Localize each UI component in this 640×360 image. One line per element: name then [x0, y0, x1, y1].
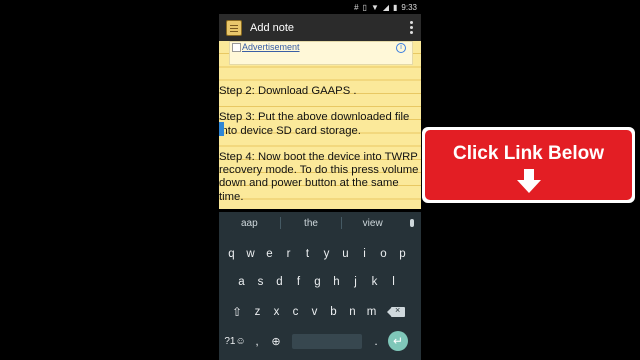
- page-title: Add note: [250, 21, 295, 34]
- key[interactable]: a: [232, 276, 251, 288]
- key[interactable]: c: [286, 306, 305, 318]
- key[interactable]: z: [248, 306, 267, 318]
- enter-key[interactable]: ↵: [388, 331, 408, 351]
- key[interactable]: f: [289, 276, 308, 288]
- battery-icon: ▮: [393, 2, 398, 12]
- key[interactable]: p: [393, 248, 412, 260]
- key[interactable]: w: [241, 248, 260, 260]
- key[interactable]: v: [305, 306, 324, 318]
- key[interactable]: x: [267, 306, 286, 318]
- key[interactable]: h: [327, 276, 346, 288]
- mic-icon[interactable]: [403, 219, 421, 227]
- key[interactable]: m: [362, 306, 381, 318]
- phone-screen: # ▯ ▼ ◢ ▮ 9:33 Add note Advertisement i …: [219, 0, 421, 360]
- key[interactable]: d: [270, 276, 289, 288]
- backspace-icon[interactable]: ×: [387, 305, 405, 317]
- note-editor[interactable]: Advertisement i Step 2: Download GAAPS .…: [219, 41, 421, 209]
- ad-label: Advertisement: [242, 42, 300, 52]
- key[interactable]: t: [298, 248, 317, 260]
- notepad-icon[interactable]: [226, 19, 242, 36]
- space-bar[interactable]: [292, 333, 362, 349]
- keyboard-row-2: a s d f g h j k l: [232, 270, 421, 294]
- status-bar: # ▯ ▼ ◢ ▮ 9:33: [219, 0, 421, 14]
- text-cursor-handle[interactable]: [219, 122, 224, 136]
- arrow-down-icon: [517, 169, 541, 193]
- key[interactable]: o: [374, 248, 393, 260]
- keyboard-row-1: q w e r t y u i o p: [222, 242, 421, 266]
- vibrate-icon: ▯: [362, 2, 367, 12]
- status-time: 9:33: [401, 2, 417, 12]
- key[interactable]: j: [346, 276, 365, 288]
- key[interactable]: s: [251, 276, 270, 288]
- ad-link[interactable]: Advertisement: [232, 42, 300, 53]
- key[interactable]: b: [324, 306, 343, 318]
- note-text[interactable]: Step 2: Download GAAPS . Step 3: Put the…: [219, 85, 421, 204]
- hash-icon: #: [354, 2, 359, 12]
- suggestion-3[interactable]: view: [342, 218, 403, 229]
- key[interactable]: u: [336, 248, 355, 260]
- wifi-icon: ▼: [370, 2, 379, 12]
- key[interactable]: y: [317, 248, 336, 260]
- key[interactable]: i: [355, 248, 374, 260]
- suggestion-strip: aap the view: [219, 212, 421, 234]
- keyboard-row-4: ?1☺ , ⊕ . ↵: [222, 329, 421, 353]
- key[interactable]: e: [260, 248, 279, 260]
- key[interactable]: g: [308, 276, 327, 288]
- banner-body: Click Link Below: [425, 130, 632, 200]
- comma-key[interactable]: ,: [248, 334, 266, 348]
- globe-icon[interactable]: ⊕: [266, 335, 286, 348]
- click-link-banner[interactable]: Click Link Below: [422, 127, 635, 203]
- signal-icon: ◢: [382, 2, 390, 12]
- key[interactable]: r: [279, 248, 298, 260]
- more-vert-icon[interactable]: [410, 21, 413, 34]
- banner-text: Click Link Below: [453, 143, 604, 164]
- symbols-key[interactable]: ?1☺: [222, 336, 248, 347]
- action-bar: Add note: [219, 14, 421, 41]
- ad-banner[interactable]: Advertisement i: [229, 41, 413, 65]
- key[interactable]: q: [222, 248, 241, 260]
- shift-icon[interactable]: ⇧: [226, 305, 248, 319]
- key[interactable]: k: [365, 276, 384, 288]
- keyboard-row-3: ⇧ z x c v b n m ×: [226, 300, 421, 324]
- ad-info-icon[interactable]: i: [396, 43, 406, 53]
- keyboard: q w e r t y u i o p a s d f g h j k l ⇧ …: [219, 234, 421, 360]
- period-key[interactable]: .: [368, 334, 384, 348]
- suggestion-2[interactable]: the: [281, 218, 342, 229]
- broken-image-icon: [232, 43, 241, 53]
- suggestion-1[interactable]: aap: [219, 218, 280, 229]
- key[interactable]: n: [343, 306, 362, 318]
- key[interactable]: l: [384, 276, 403, 288]
